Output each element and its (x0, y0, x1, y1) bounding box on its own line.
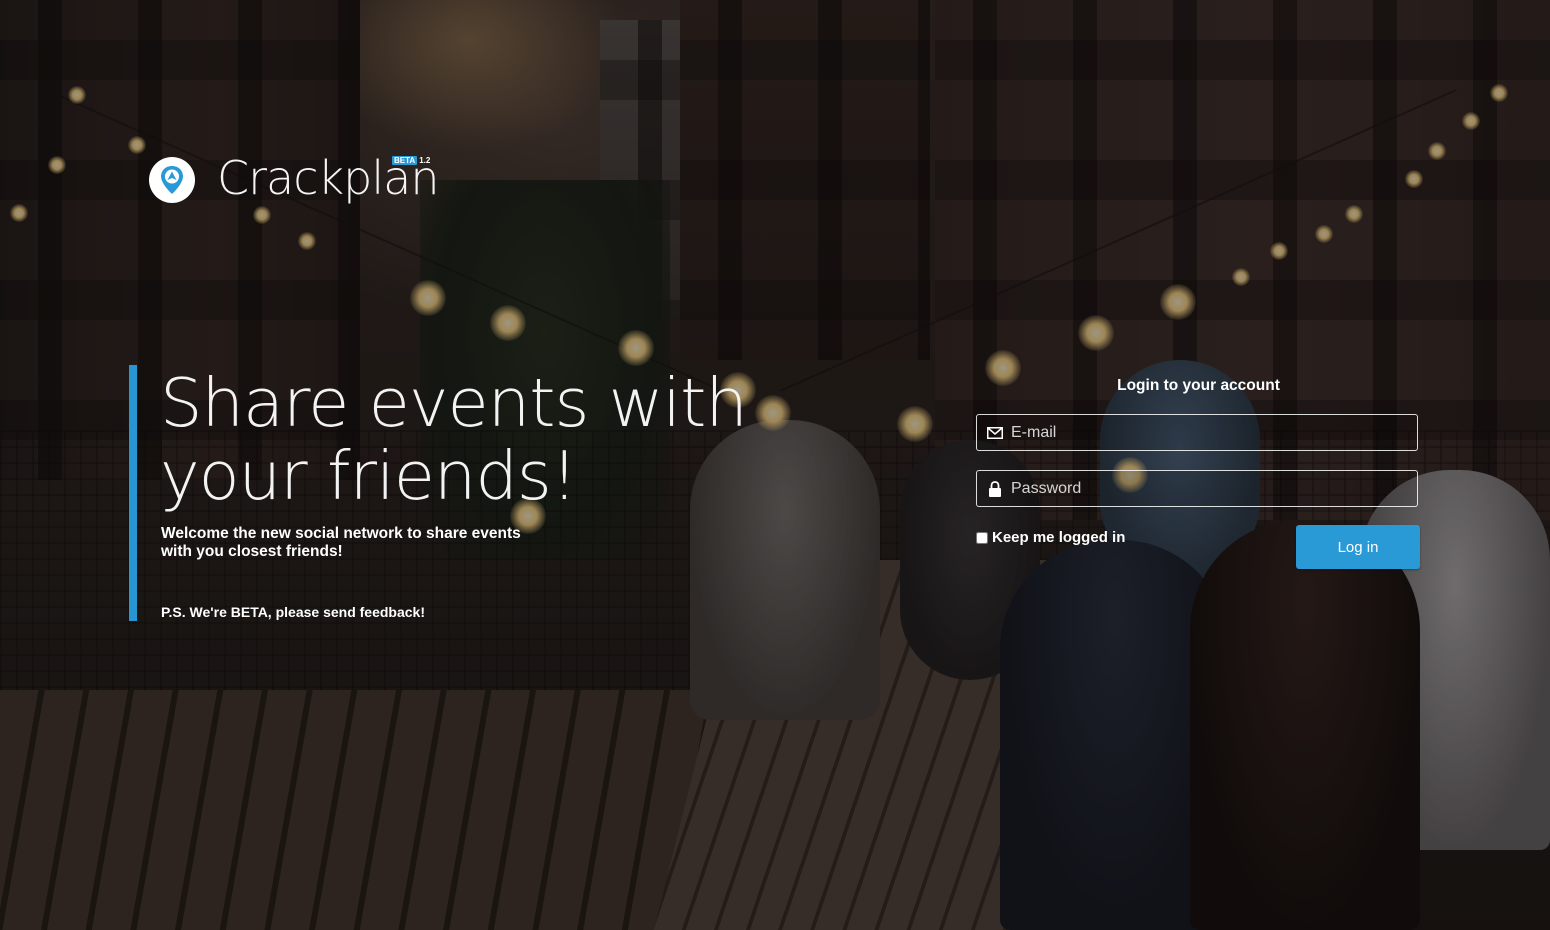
beta-label: BETA (392, 156, 418, 165)
hero-accent-bar (129, 365, 137, 621)
hero-subtitle: Welcome the new social network to share … (161, 525, 521, 560)
version-label: 1.2 (419, 156, 431, 165)
beta-badge: BETA 1.2 (392, 156, 430, 165)
keep-logged-in-label: Keep me logged in (992, 529, 1126, 546)
location-pin-icon (149, 157, 195, 203)
envelope-icon (987, 425, 1003, 441)
hero-title: Share events with your friends! (160, 364, 748, 515)
brand-logo[interactable]: Crackplan BETA 1.2 (149, 150, 439, 210)
lock-icon (987, 480, 1003, 497)
login-title: Login to your account (1117, 377, 1280, 394)
password-input[interactable] (1011, 471, 1417, 506)
keep-logged-in-checkbox[interactable] (976, 531, 988, 544)
login-button[interactable]: Log in (1296, 525, 1420, 569)
page: Crackplan BETA 1.2 Share events with you… (0, 0, 1550, 930)
beta-feedback-note: P.S. We're BETA, please send feedback! (161, 604, 425, 620)
email-input[interactable] (1011, 415, 1417, 450)
keep-logged-in[interactable]: Keep me logged in (976, 529, 1125, 546)
password-field[interactable] (976, 470, 1418, 507)
email-field[interactable] (976, 414, 1418, 451)
